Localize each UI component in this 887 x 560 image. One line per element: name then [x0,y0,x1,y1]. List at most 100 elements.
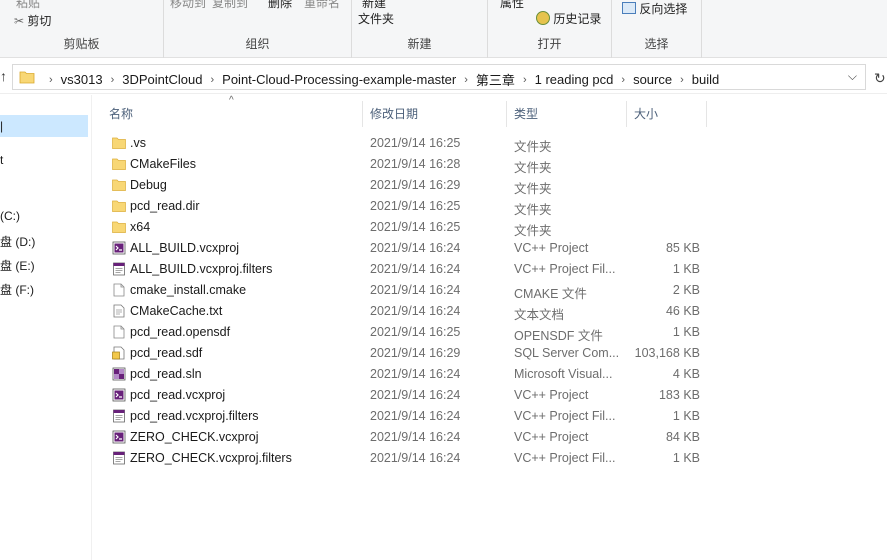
breadcrumb-item[interactable]: 3DPointCloud [122,72,202,87]
file-date: 2021/9/14 16:24 [370,304,461,318]
open-group: 属性 历史记录 打开 [488,0,612,58]
file-size: 183 KB [658,388,700,402]
file-row[interactable]: pcd_read.vcxproj 2021/9/14 16:24 VC++ Proj… [92,385,887,406]
file-date: 2021/9/14 16:24 [370,283,461,297]
column-divider[interactable] [706,101,707,127]
new-folder-button[interactable]: 文件夹 [358,10,394,27]
folder-icon [19,71,35,84]
file-row[interactable]: pcd_read.opensdf 2021/9/14 16:25 OPENSDF 文… [92,322,887,343]
file-row[interactable]: .vs 2021/9/14 16:25 文件夹 [92,133,887,154]
file-name: ZERO_CHECK.vcxproj [130,430,259,444]
breadcrumb-item[interactable]: vs3013 [61,72,103,87]
nav-selected-marker: | [0,119,4,133]
file-type: VC++ Project [514,388,589,402]
address-bar[interactable]: › vs3013 › 3DPointCloud › Point-Cloud-Process… [12,64,866,90]
column-header-name[interactable]: 名称 [109,105,133,129]
file-row[interactable]: pcd_read.sln 2021/9/14 16:24 Microsoft Vis… [92,364,887,385]
copy-to-button[interactable]: 复制到 [212,0,248,11]
nav-item-drive-c[interactable]: (C:) [0,209,20,223]
chevron-right-icon[interactable]: › [49,74,53,86]
file-name: pcd_read.dir [130,199,200,213]
breadcrumb-item[interactable]: build [692,72,719,87]
file-row[interactable]: Debug 2021/9/14 16:29 文件夹 [92,175,887,196]
chevron-down-icon[interactable]: ⌵ [848,69,857,84]
file-type: CMAKE 文件 [514,287,587,301]
paste-button[interactable]: 粘贴 [16,0,40,11]
up-arrow-icon[interactable]: ↑ [0,68,7,84]
breadcrumb-item[interactable]: 1 reading pcd [535,72,614,87]
file-list: ^ 名称 修改日期 类型 大小 .vs 2021/9/14 16:25 文件夹 CMa… [92,95,887,560]
nav-selected-item[interactable] [0,115,88,137]
vcxproj-icon [112,430,126,444]
nav-item-drive-f[interactable]: 盘 (F:) [0,281,34,298]
file-row[interactable]: x64 2021/9/14 16:25 文件夹 [92,217,887,238]
nav-item-drive-d[interactable]: 盘 (D:) [0,233,35,250]
file-row[interactable]: CMakeFiles 2021/9/14 16:28 文件夹 [92,154,887,175]
file-name: pcd_read.vcxproj.filters [130,409,259,423]
history-button[interactable]: 历史记录 [536,10,601,27]
file-date: 2021/9/14 16:29 [370,178,461,192]
file-row[interactable]: ZERO_CHECK.vcxproj.filters 2021/9/14 16:2… [92,448,887,469]
file-size: 1 KB [672,325,700,339]
folder-icon [112,157,126,171]
file-size: 4 KB [672,367,700,381]
chevron-right-icon[interactable]: › [621,74,625,86]
file-row[interactable]: cmake_install.cmake 2021/9/14 16:24 CMAKE … [92,280,887,301]
file-size: 85 KB [665,241,700,255]
column-divider[interactable] [626,101,627,127]
ribbon: 粘贴 ✂ 剪切 剪贴板 移动到 复制到 删除 重命名 组织 新建 文件夹 新建 … [0,0,887,58]
breadcrumb-item[interactable]: source [633,72,672,87]
sort-ascending-icon: ^ [229,95,234,106]
new-group-label: 新建 [407,37,432,51]
folder-icon [112,220,126,234]
chevron-right-icon[interactable]: › [111,74,115,86]
move-to-button[interactable]: 移动到 [170,0,206,11]
column-divider[interactable] [362,101,363,127]
file-name: pcd_read.vcxproj [130,388,226,402]
sdf-icon [112,346,126,360]
breadcrumb-item[interactable]: Point-Cloud-Processing-example-master [222,72,456,87]
file-date: 2021/9/14 16:24 [370,409,461,423]
rename-button[interactable]: 重命名 [304,0,340,11]
file-row[interactable]: pcd_read.dir 2021/9/14 16:25 文件夹 [92,196,887,217]
column-header-date[interactable]: 修改日期 [370,105,418,129]
text-file-icon [112,304,126,318]
properties-button[interactable]: 属性 [500,0,524,11]
file-date: 2021/9/14 16:25 [370,199,461,213]
file-date: 2021/9/14 16:25 [370,325,461,339]
file-row[interactable]: pcd_read.vcxproj.filters 2021/9/14 16:24 V… [92,406,887,427]
clipboard-group-label: 剪贴板 [63,37,100,51]
file-type: VC++ Project Fil... [514,262,616,276]
file-row[interactable]: ALL_BUILD.vcxproj.filters 2021/9/14 16:24… [92,259,887,280]
chevron-right-icon[interactable]: › [464,74,468,86]
clipboard-group: 粘贴 ✂ 剪切 剪贴板 [0,0,164,58]
file-size: 46 KB [665,304,700,318]
nav-item[interactable]: t [0,153,3,167]
breadcrumb-item[interactable]: 第三章 [476,70,515,89]
nav-item-drive-e[interactable]: 盘 (E:) [0,257,35,274]
file-name: Debug [130,178,167,192]
cut-button[interactable]: ✂ 剪切 [14,12,51,29]
file-row[interactable]: ALL_BUILD.vcxproj 2021/9/14 16:24 VC++ Pro… [92,238,887,259]
file-name: CMakeFiles [130,157,196,171]
file-icon [112,283,126,297]
delete-button[interactable]: 删除 [268,0,292,11]
file-type: 文件夹 [514,203,552,217]
file-name: pcd_read.sln [130,367,202,381]
chevron-right-icon[interactable]: › [210,74,214,86]
file-type: 文件夹 [514,140,552,154]
file-row[interactable]: CMakeCache.txt 2021/9/14 16:24 文本文档 46 KB [92,301,887,322]
column-header-type[interactable]: 类型 [514,105,538,129]
file-row[interactable]: pcd_read.sdf 2021/9/14 16:29 SQL Server Co… [92,343,887,364]
scissors-icon: ✂ [14,14,25,28]
file-size: 1 KB [672,451,700,465]
refresh-icon[interactable]: ↻ [874,70,886,87]
file-date: 2021/9/14 16:24 [370,430,461,444]
chevron-right-icon[interactable]: › [523,74,527,86]
chevron-right-icon[interactable]: › [680,74,684,86]
file-row[interactable]: ZERO_CHECK.vcxproj 2021/9/14 16:24 VC++ Pr… [92,427,887,448]
column-header-size[interactable]: 大小 [634,105,658,129]
invert-selection-button[interactable]: 反向选择 [622,0,687,17]
column-divider[interactable] [506,101,507,127]
file-size: 84 KB [665,430,700,444]
